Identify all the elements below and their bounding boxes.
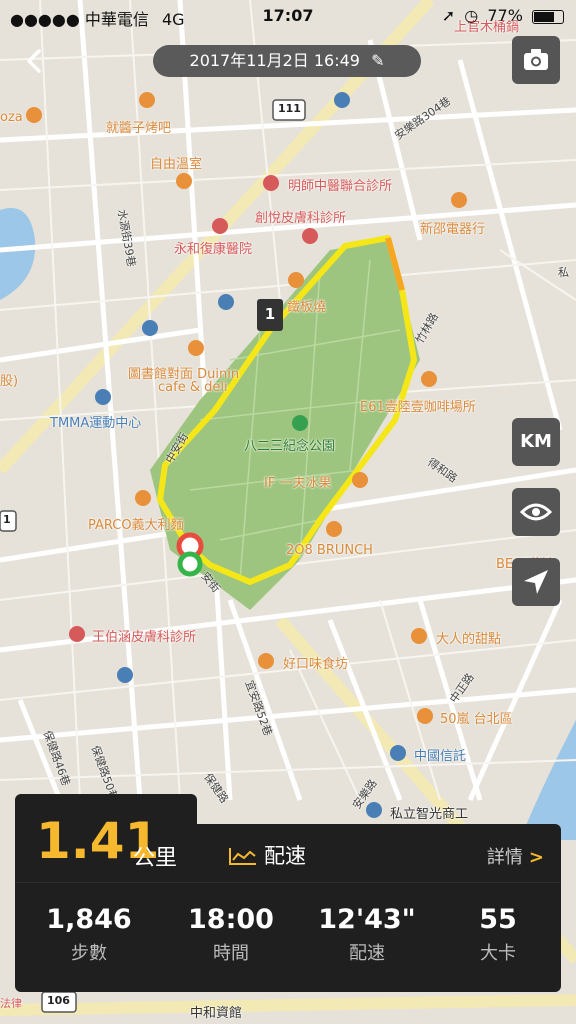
stat-value: 1,846	[46, 904, 132, 935]
poi-label[interactable]: 明師中醫聯合診所	[288, 175, 392, 194]
alarm-icon: ◷	[464, 6, 479, 25]
poi-label[interactable]: 50嵐 台北區	[440, 708, 513, 727]
pace-chart-icon	[229, 848, 256, 865]
poi-label[interactable]: 私立智光商工	[390, 803, 468, 822]
km-toggle-button[interactable]: KM	[512, 418, 560, 466]
date-pill[interactable]: 2017年11月2日 16:49 ✎	[153, 45, 421, 77]
pace-chart-link[interactable]: 配速	[228, 840, 306, 870]
chevron-right-icon: >	[528, 847, 544, 868]
highway-111-label: 111	[278, 102, 301, 115]
poi-label[interactable]: 永和復康醫院	[174, 238, 252, 257]
battery-icon	[532, 9, 564, 24]
road-label: 私	[558, 266, 569, 279]
divider	[15, 882, 561, 883]
distance-unit: 公里	[133, 846, 178, 871]
stat-steps: 1,846 步數	[21, 904, 157, 965]
poi-label[interactable]: IF 一夫冰果	[264, 472, 331, 491]
highway-106-label: 106	[47, 994, 70, 1007]
poi-label[interactable]: E61壹陸壹咖啡場所	[360, 396, 476, 415]
poi-label[interactable]: 中國信託	[414, 745, 466, 764]
pace-link-label: 配速	[264, 844, 306, 868]
visibility-button[interactable]	[512, 488, 560, 536]
navigation-arrow-icon	[524, 570, 548, 594]
location-icon: ➚	[441, 6, 456, 25]
poi-label[interactable]: PARCO義大利麵	[88, 514, 184, 533]
km-marker: 1	[257, 299, 283, 331]
status-bar: ●●●●● 中華電信 4G 17:07 ➚ ◷ 77%	[0, 0, 576, 32]
poi-label[interactable]: cafe & deli	[158, 380, 228, 395]
camera-icon	[524, 49, 548, 70]
back-button[interactable]	[18, 44, 52, 78]
stat-label: 步數	[71, 943, 107, 964]
stat-time: 18:00 時間	[163, 904, 299, 965]
highway-1-label: 1	[3, 513, 11, 526]
details-link[interactable]: 詳情 >	[487, 843, 544, 869]
stat-calories: 55 大卡	[430, 904, 566, 965]
poi-label[interactable]: 好口味食坊	[283, 653, 348, 672]
camera-button[interactable]	[512, 36, 560, 84]
edit-pencil-icon[interactable]: ✎	[371, 51, 384, 70]
poi-label[interactable]: 鐵板燒	[287, 296, 326, 315]
poi-label[interactable]: 創悅皮膚科診所	[255, 207, 346, 226]
stat-label: 配速	[349, 943, 385, 964]
poi-label[interactable]: 中和資館	[190, 1002, 242, 1021]
poi-label[interactable]: 就醬子烤吧	[106, 117, 171, 136]
poi-label[interactable]: TMMA運動中心	[50, 412, 141, 431]
poi-label[interactable]: 王伯涵皮膚科診所	[92, 626, 196, 645]
eye-icon	[519, 503, 553, 521]
poi-label[interactable]: 自由溫室	[150, 153, 202, 172]
run-date: 2017年11月2日 16:49	[189, 51, 360, 70]
poi-label: 股)	[0, 374, 19, 389]
stat-value: 12'43"	[318, 904, 416, 935]
stat-value: 18:00	[188, 904, 274, 935]
start-marker	[177, 551, 203, 577]
battery-percent: 77%	[487, 6, 523, 25]
poi-label: 法律	[0, 997, 22, 1010]
poi-label[interactable]: 大人的甜點	[436, 628, 501, 647]
stat-value: 55	[479, 904, 517, 935]
poi-label: oza	[0, 110, 23, 125]
park-label[interactable]: 八二三紀念公園	[244, 435, 335, 454]
chevron-left-icon	[27, 49, 41, 73]
details-label: 詳情	[486, 847, 523, 868]
poi-label[interactable]: 新邵電器行	[420, 218, 485, 237]
stat-pace: 12'43" 配速	[299, 904, 435, 965]
stat-label: 大卡	[480, 943, 516, 964]
locate-button[interactable]	[512, 558, 560, 606]
poi-label[interactable]: 2O8 BRUNCH	[286, 543, 373, 558]
stat-label: 時間	[213, 943, 249, 964]
